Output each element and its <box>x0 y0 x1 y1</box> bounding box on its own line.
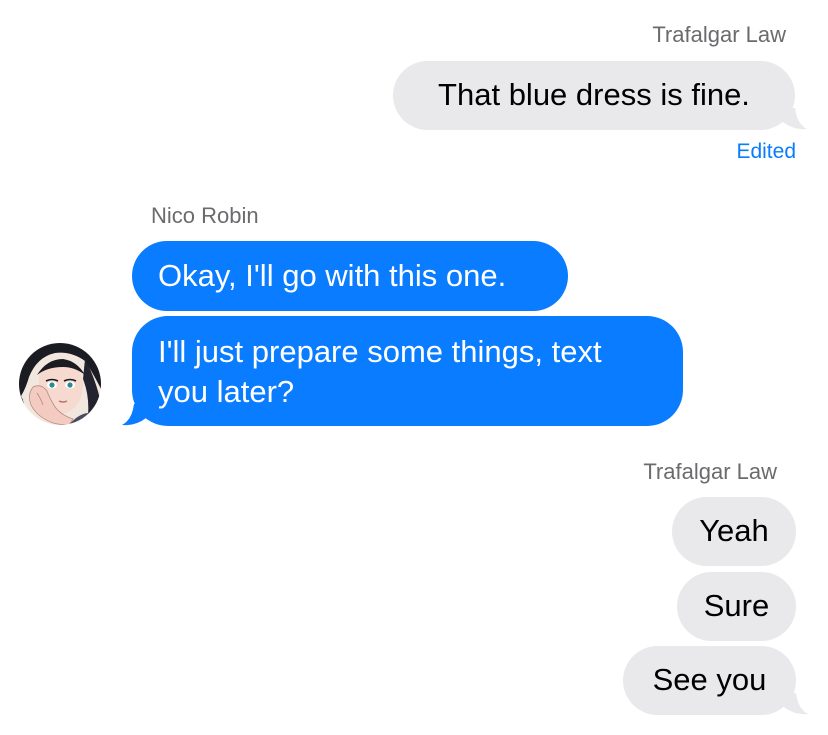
message-bubble[interactable]: Sure <box>677 572 796 641</box>
message-bubble[interactable]: That blue dress is fine. <box>393 61 795 130</box>
bubble-tail <box>781 108 807 130</box>
message-text: I'll just prepare some things, text you … <box>158 334 602 409</box>
message-text: See you <box>652 662 767 697</box>
message-text: Yeah <box>699 513 769 548</box>
nico-robin-avatar-icon <box>19 343 101 425</box>
message-bubble[interactable]: See you <box>623 646 796 715</box>
message-bubble[interactable]: I'll just prepare some things, text you … <box>132 316 683 426</box>
message-bubble[interactable]: Yeah <box>672 497 796 566</box>
message-text: That blue dress is fine. <box>438 77 750 112</box>
sender-name: Nico Robin <box>151 203 259 228</box>
bubble-tail <box>122 404 148 426</box>
sender-name: Trafalgar Law <box>643 459 777 484</box>
message-text: Okay, I'll go with this one. <box>158 258 507 293</box>
message-text: Sure <box>703 588 770 623</box>
edited-label[interactable]: Edited <box>736 140 796 164</box>
contact-avatar[interactable] <box>19 343 101 425</box>
bubble-tail <box>782 693 808 715</box>
message-bubble[interactable]: Okay, I'll go with this one. <box>132 241 568 311</box>
sender-name: Trafalgar Law <box>652 22 786 47</box>
